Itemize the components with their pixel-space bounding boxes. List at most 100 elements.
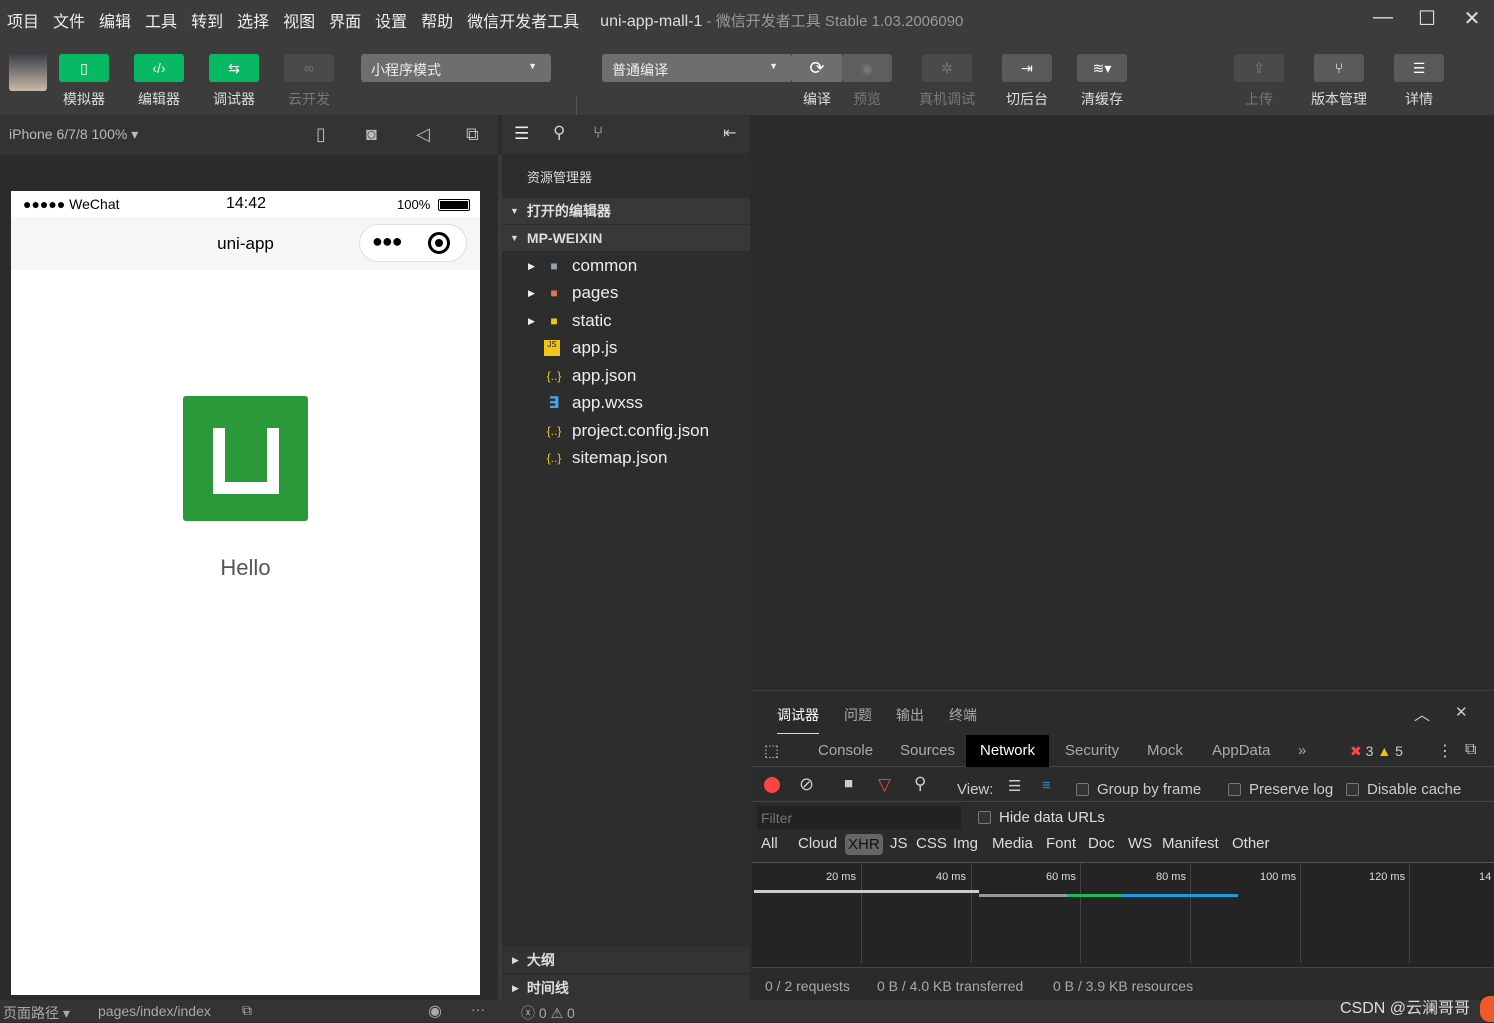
clear-cache-button[interactable]: ≋▾ 清缓存 [1077, 54, 1127, 109]
kebab-menu-icon[interactable]: ⋮ [1437, 741, 1453, 761]
group-by-frame-checkbox[interactable]: Group by frame [1076, 781, 1201, 798]
menu-view[interactable]: 视图 [276, 8, 322, 32]
search-icon[interactable]: ⚲ [914, 774, 926, 794]
filter-doc[interactable]: Doc [1088, 835, 1115, 852]
mode-select[interactable]: 小程序模式 ▼ [361, 54, 551, 82]
filter-font[interactable]: Font [1046, 835, 1076, 852]
tab-network[interactable]: Network [966, 735, 1050, 767]
git-icon[interactable]: ⑂ [593, 123, 603, 143]
editor-button[interactable]: ‹/› 编辑器 [134, 54, 184, 109]
timeline-section[interactable]: ▶ 时间线 [502, 975, 750, 1001]
remote-debug-button[interactable]: ✲ 真机调试 [919, 54, 975, 109]
simulator-button[interactable]: ▯ 模拟器 [59, 54, 109, 109]
filter-icon[interactable]: ▽ [878, 775, 891, 795]
eye-icon[interactable]: ◉ [428, 1001, 442, 1021]
collapse-panel-icon[interactable]: ⇤ [723, 123, 736, 143]
disable-cache-checkbox[interactable]: Disable cache [1346, 781, 1461, 798]
filter-cloud[interactable]: Cloud [798, 835, 837, 852]
upload-button[interactable]: ⇪ 上传 [1234, 54, 1284, 109]
project-section[interactable]: ▼ MP-WEIXIN [502, 225, 750, 251]
menu-file[interactable]: 文件 [46, 8, 92, 32]
tab-security[interactable]: Security [1051, 735, 1133, 767]
tab-output[interactable]: 输出 [896, 705, 924, 725]
debugger-button[interactable]: ⇆ 调试器 [209, 54, 259, 109]
tick-label: 80 ms [1156, 871, 1186, 883]
popout-icon[interactable]: ⧉ [466, 124, 479, 145]
filter-input[interactable] [757, 806, 961, 829]
volume-icon[interactable]: ◁ [416, 124, 430, 145]
minimize-button[interactable]: — [1368, 6, 1398, 29]
menu-edit[interactable]: 编辑 [92, 8, 138, 32]
waterfall-icon[interactable]: ≡ [1042, 777, 1051, 794]
filter-xhr[interactable]: XHR [845, 834, 883, 855]
avatar[interactable] [9, 54, 47, 91]
stop-icon[interactable]: ◙ [366, 124, 377, 145]
menu-interface[interactable]: 界面 [322, 8, 368, 32]
tree-item-project-config[interactable]: {..} project.config.json [502, 418, 750, 444]
copy-icon[interactable]: ⧉ [242, 1002, 252, 1019]
tree-item-common[interactable]: ▶ ■ common [502, 253, 750, 279]
menu-project[interactable]: 项目 [0, 8, 46, 32]
device-select[interactable]: iPhone 6/7/8 100% ▾ [9, 126, 138, 143]
more-icon[interactable]: ●●● [372, 231, 403, 252]
outline-section[interactable]: ▶ 大纲 [502, 947, 750, 973]
tab-console[interactable]: Console [804, 735, 887, 767]
screenshot-icon[interactable]: ■ [844, 775, 853, 792]
tree-item-pages[interactable]: ▶ ■ pages [502, 280, 750, 306]
close-button[interactable]: ✕ [1457, 6, 1487, 31]
cloud-button[interactable]: ∞ 云开发 [284, 54, 334, 109]
tab-problems[interactable]: 问题 [844, 705, 872, 725]
tab-mock[interactable]: Mock [1133, 735, 1197, 767]
tab-terminal[interactable]: 终端 [949, 705, 977, 725]
phone-icon[interactable]: ▯ [316, 124, 326, 145]
menu-tools[interactable]: 工具 [138, 8, 184, 32]
filter-js[interactable]: JS [890, 835, 908, 852]
problems-counter[interactable]: ⓧ 0 ⚠ 0 [521, 1003, 575, 1023]
close-icon[interactable]: ✕ [1455, 703, 1468, 721]
filter-all[interactable]: All [761, 835, 778, 852]
chevron-up-icon[interactable]: ︿ [1414, 701, 1430, 725]
clock: 14:42 [226, 195, 267, 212]
compile-mode-value: 普通编译 [612, 62, 668, 78]
record-button[interactable] [764, 777, 780, 793]
tree-item-app-wxss[interactable]: ∃ app.wxss [502, 390, 750, 416]
list-view-icon[interactable]: ☰ [1008, 777, 1021, 795]
close-mini-icon[interactable] [428, 232, 450, 254]
issues-counter[interactable]: ✖ 3 ▲ 5 [1350, 743, 1403, 760]
preserve-log-checkbox[interactable]: Preserve log [1228, 781, 1333, 798]
clear-icon[interactable]: ⊘ [799, 774, 814, 795]
filter-media[interactable]: Media [992, 835, 1033, 852]
tree-item-app-json[interactable]: {..} app.json [502, 363, 750, 389]
background-button[interactable]: ⇥ 切后台 [1002, 54, 1052, 109]
hide-data-urls-checkbox[interactable]: Hide data URLs [978, 809, 1105, 826]
tab-appdata[interactable]: AppData [1198, 735, 1284, 767]
preview-button[interactable]: ◉ 预览 [842, 54, 892, 109]
filter-img[interactable]: Img [953, 835, 978, 852]
compile-mode-select[interactable]: 普通编译 ▼ [602, 54, 792, 82]
menu-help[interactable]: 帮助 [414, 8, 460, 32]
page-path-select[interactable]: 页面路径 ▾ [3, 1003, 70, 1023]
maximize-button[interactable]: ☐ [1412, 6, 1442, 31]
filter-other[interactable]: Other [1232, 835, 1270, 852]
more-icon[interactable]: ··· [471, 1001, 485, 1017]
tab-debugger[interactable]: 调试器 [777, 705, 819, 734]
search-icon[interactable]: ⚲ [553, 123, 565, 143]
inspect-icon[interactable]: ⬚ [764, 741, 779, 761]
filter-manifest[interactable]: Manifest [1162, 835, 1219, 852]
tab-sources[interactable]: Sources [886, 735, 969, 767]
tree-item-static[interactable]: ▶ ■ static [502, 308, 750, 334]
details-button[interactable]: ☰ 详情 [1394, 54, 1444, 109]
more-tabs-icon[interactable]: » [1284, 735, 1320, 767]
filter-css[interactable]: CSS [916, 835, 947, 852]
list-icon[interactable]: ☰ [514, 124, 529, 144]
menu-wechat-devtools[interactable]: 微信开发者工具 [460, 8, 586, 32]
tree-item-app-js[interactable]: JS app.js [502, 335, 750, 361]
version-button[interactable]: ⑂ 版本管理 [1311, 54, 1367, 109]
open-editors-section[interactable]: ▼ 打开的编辑器 [502, 198, 750, 224]
menu-select[interactable]: 选择 [230, 8, 276, 32]
undock-icon[interactable]: ⧉ [1465, 741, 1476, 759]
filter-ws[interactable]: WS [1128, 835, 1152, 852]
menu-goto[interactable]: 转到 [184, 8, 230, 32]
tree-item-sitemap[interactable]: {..} sitemap.json [502, 445, 750, 471]
menu-settings[interactable]: 设置 [368, 8, 414, 32]
